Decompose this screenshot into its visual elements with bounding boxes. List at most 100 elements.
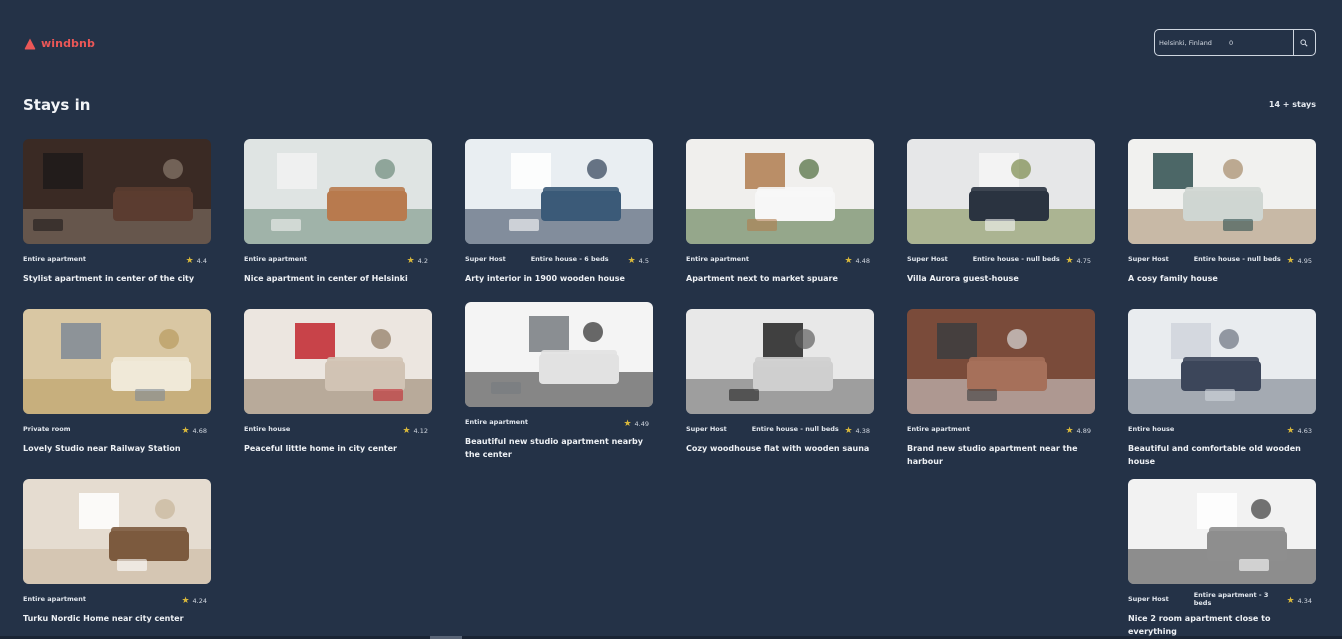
stay-card[interactable]: Entire apartment ★ 4.49 Beautiful new st… xyxy=(465,302,653,461)
superhost-badge: Super Host xyxy=(1128,595,1169,603)
stay-card[interactable]: Entire apartment ★ 4.89 Brand new studio… xyxy=(907,309,1095,468)
stay-photo-illustration xyxy=(1128,139,1316,244)
stay-photo[interactable] xyxy=(465,139,653,244)
stay-card[interactable]: Entire apartment ★ 4.4 Stylist apartment… xyxy=(23,139,211,285)
stay-title[interactable]: A cosy family house xyxy=(1128,272,1316,285)
stay-photo[interactable] xyxy=(686,309,874,414)
superhost-badge: Super Host xyxy=(1128,255,1169,263)
stay-type: Entire apartment xyxy=(23,255,86,263)
stay-photo-illustration xyxy=(907,309,1095,414)
rating-value: 4.63 xyxy=(1297,427,1312,435)
stay-title[interactable]: Stylist apartment in center of the city xyxy=(23,272,211,285)
stay-card[interactable]: Entire house ★ 4.63 Beautiful and comfor… xyxy=(1128,309,1316,468)
stay-rating: ★ 4.48 xyxy=(844,256,870,266)
star-icon: ★ xyxy=(1286,425,1295,436)
stay-photo[interactable] xyxy=(244,139,432,244)
stay-card[interactable]: Super Host Entire apartment - 3 beds ★ 4… xyxy=(1128,479,1316,638)
logo-icon xyxy=(24,38,36,49)
stay-title[interactable]: Cozy woodhouse flat with wooden sauna xyxy=(686,442,874,455)
stay-photo[interactable] xyxy=(23,309,211,414)
stay-title[interactable]: Turku Nordic Home near city center xyxy=(23,612,211,625)
stay-photo-illustration xyxy=(465,302,653,407)
stay-photo-illustration xyxy=(907,139,1095,244)
superhost-badge: Super Host xyxy=(907,255,948,263)
stay-photo[interactable] xyxy=(907,309,1095,414)
stay-card[interactable]: Private room ★ 4.68 Lovely Studio near R… xyxy=(23,309,211,455)
stay-photo-illustration xyxy=(244,139,432,244)
stay-rating: ★ 4.63 xyxy=(1286,425,1312,436)
stay-photo[interactable] xyxy=(1128,479,1316,584)
stay-type: Entire house - null beds xyxy=(751,425,839,433)
stay-title[interactable]: Apartment next to market spuare xyxy=(686,272,874,285)
superhost-badge: Super Host xyxy=(686,425,727,433)
stay-rating: ★ 4.75 xyxy=(1065,255,1091,266)
stay-title[interactable]: Peaceful little home in city center xyxy=(244,442,432,455)
star-icon: ★ xyxy=(406,255,415,266)
stay-photo-illustration xyxy=(244,309,432,414)
stay-meta: Entire apartment ★ 4.2 xyxy=(244,252,432,266)
stay-photo-illustration xyxy=(1128,479,1316,584)
stay-rating: ★ 4.4 xyxy=(185,255,207,266)
stay-photo-illustration xyxy=(23,309,211,414)
stay-meta: Entire apartment ★ 4.49 xyxy=(465,415,653,429)
search-bar[interactable]: Helsinki, Finland 0 xyxy=(1154,29,1316,56)
star-icon: ★ xyxy=(185,255,194,266)
logo[interactable]: windbnb xyxy=(24,37,95,50)
guests-field[interactable]: 0 xyxy=(1229,39,1293,47)
stay-card[interactable]: Entire apartment ★ 4.48 Apartment next t… xyxy=(686,139,874,285)
stay-photo[interactable] xyxy=(1128,309,1316,414)
stay-photo[interactable] xyxy=(23,139,211,244)
stay-title[interactable]: Beautiful and comfortable old wooden hou… xyxy=(1128,442,1316,468)
stay-title[interactable]: Nice apartment in center of Helsinki xyxy=(244,272,432,285)
star-icon: ★ xyxy=(627,255,636,266)
stay-type: Entire apartment xyxy=(244,255,307,263)
stay-rating: ★ 4.38 xyxy=(844,426,870,436)
stay-rating: ★ 4.2 xyxy=(406,255,428,266)
stays-count: 14 + stays xyxy=(1268,100,1316,109)
stay-photo[interactable] xyxy=(244,309,432,414)
stay-meta: Entire apartment ★ 4.24 xyxy=(23,592,211,606)
stay-photo[interactable] xyxy=(686,139,874,244)
stay-title[interactable]: Villa Aurora guest-house xyxy=(907,272,1095,285)
stay-title[interactable]: Lovely Studio near Railway Station xyxy=(23,442,211,455)
star-icon: ★ xyxy=(1065,255,1074,266)
superhost-badge: Super Host xyxy=(465,255,506,263)
stay-title[interactable]: Beautiful new studio apartment nearby th… xyxy=(465,435,653,461)
stay-card[interactable]: Super Host Entire house - null beds ★ 4.… xyxy=(1128,139,1316,285)
stay-rating: ★ 4.95 xyxy=(1286,255,1312,266)
stay-photo[interactable] xyxy=(907,139,1095,244)
stay-photo[interactable] xyxy=(23,479,211,584)
star-icon: ★ xyxy=(1286,255,1295,266)
stay-type: Entire apartment xyxy=(686,255,749,263)
stay-meta: Super Host Entire house - null beds ★ 4.… xyxy=(686,422,874,436)
stay-type: Entire house - null beds xyxy=(972,255,1060,263)
rating-value: 4.2 xyxy=(417,257,428,265)
stay-type: Entire house xyxy=(1128,425,1175,433)
stay-photo[interactable] xyxy=(465,302,653,407)
stay-photo-illustration xyxy=(23,139,211,244)
rating-value: 4.89 xyxy=(1076,427,1091,435)
stay-title[interactable]: Arty interior in 1900 wooden house xyxy=(465,272,653,285)
search-button[interactable] xyxy=(1293,30,1314,55)
stay-type: Entire house - 6 beds xyxy=(530,255,609,263)
page-title: Stays in xyxy=(23,96,91,114)
search-icon xyxy=(1300,38,1308,47)
stay-photo-illustration xyxy=(465,139,653,244)
stay-photo[interactable] xyxy=(1128,139,1316,244)
stay-card[interactable]: Super Host Entire house - 6 beds ★ 4.5 A… xyxy=(465,139,653,285)
stay-title[interactable]: Brand new studio apartment near the harb… xyxy=(907,442,1095,468)
stay-card[interactable]: Entire apartment ★ 4.24 Turku Nordic Hom… xyxy=(23,479,211,625)
star-icon: ★ xyxy=(181,595,190,606)
stay-rating: ★ 4.89 xyxy=(1065,426,1091,436)
stay-card[interactable]: Super Host Entire house - null beds ★ 4.… xyxy=(907,139,1095,285)
stay-title[interactable]: Nice 2 room apartment close to everythin… xyxy=(1128,612,1316,638)
stay-rating: ★ 4.12 xyxy=(402,426,428,436)
rating-value: 4.24 xyxy=(192,597,207,605)
location-field[interactable]: Helsinki, Finland xyxy=(1155,39,1229,47)
stay-card[interactable]: Entire house ★ 4.12 Peaceful little home… xyxy=(244,309,432,455)
stay-card[interactable]: Super Host Entire house - null beds ★ 4.… xyxy=(686,309,874,455)
stay-meta: Entire house ★ 4.63 xyxy=(1128,422,1316,436)
stay-photo-illustration xyxy=(686,309,874,414)
stay-card[interactable]: Entire apartment ★ 4.2 Nice apartment in… xyxy=(244,139,432,285)
stay-meta: Entire apartment ★ 4.89 xyxy=(907,422,1095,436)
